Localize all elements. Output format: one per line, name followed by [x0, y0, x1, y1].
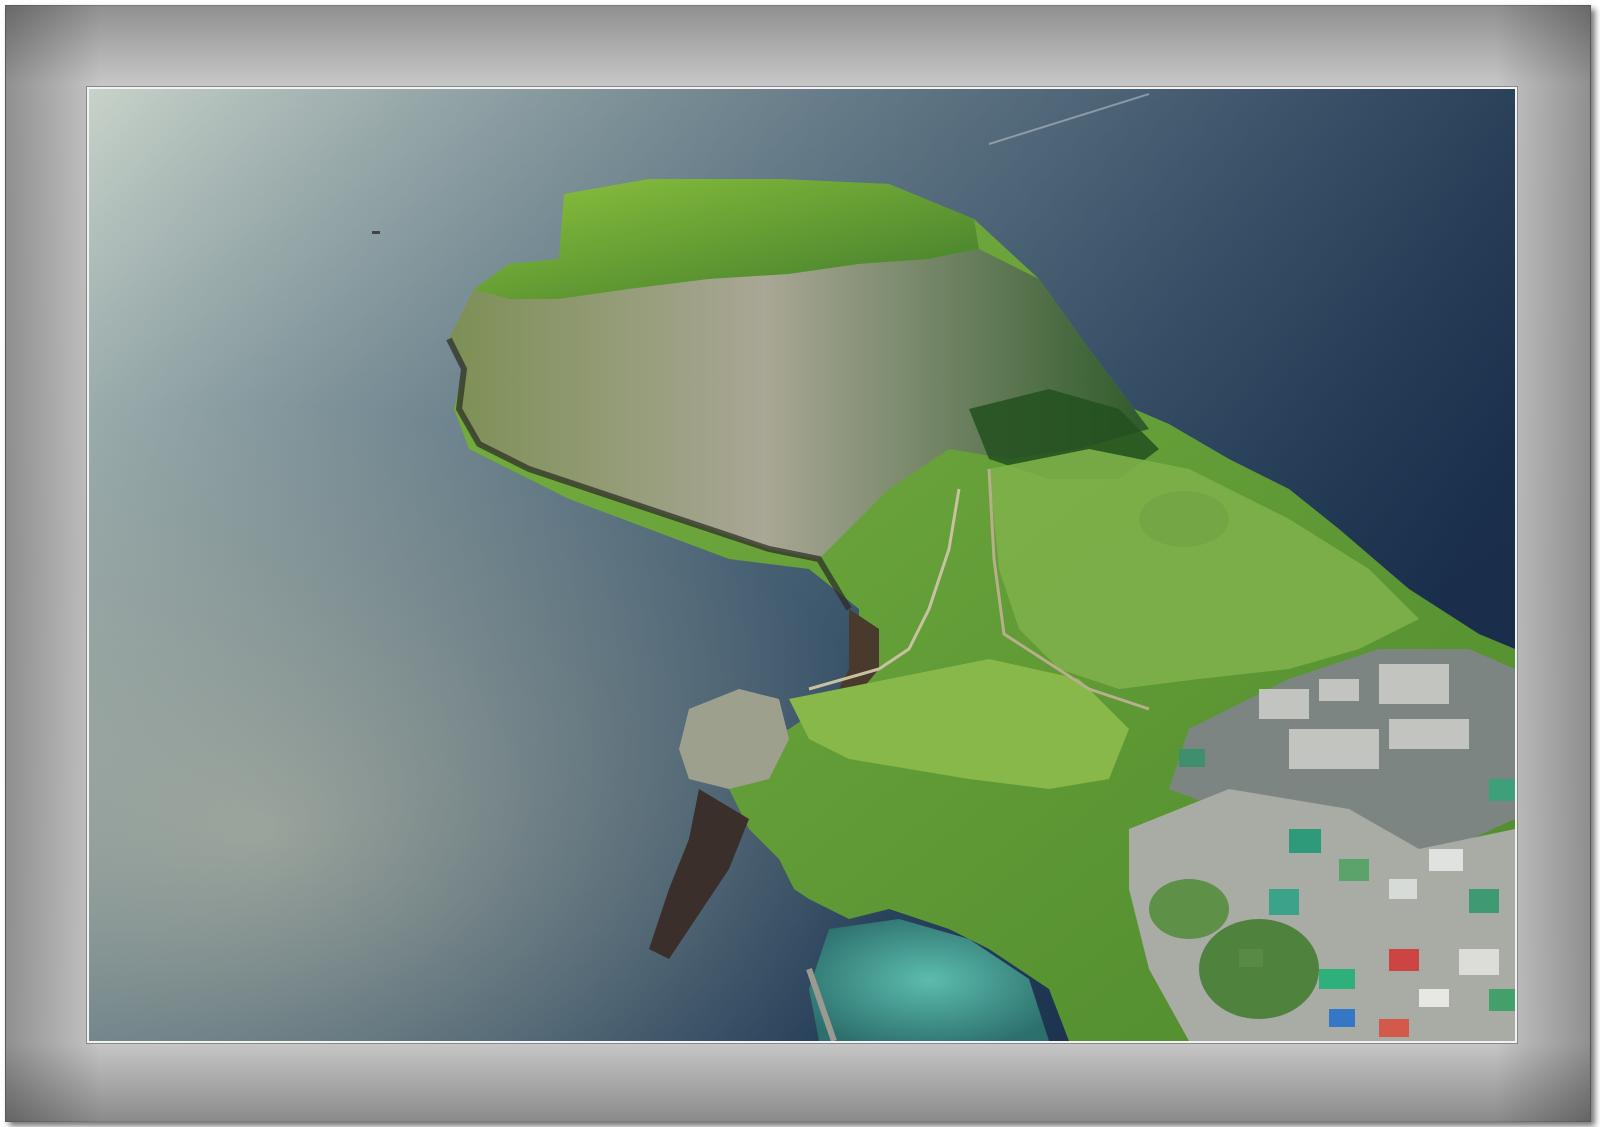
picture-frame — [5, 5, 1591, 1122]
aerial-photo — [89, 89, 1515, 1041]
photo-border — [87, 87, 1517, 1043]
